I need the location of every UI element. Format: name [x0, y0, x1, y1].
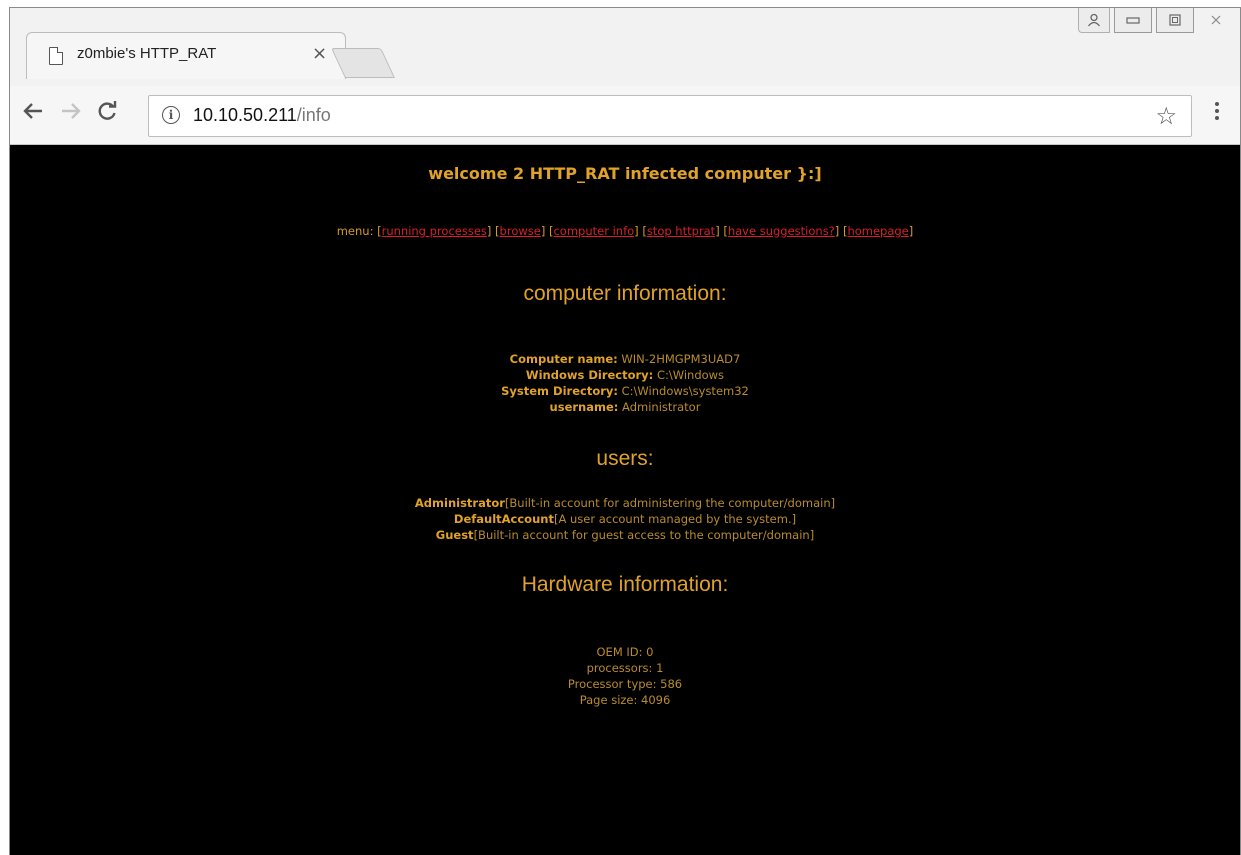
- user-row: Guest[Built-in account for guest access …: [10, 527, 1240, 543]
- info-value: Administrator: [622, 400, 701, 414]
- user-name: Guest: [435, 528, 474, 542]
- users-title: users:: [596, 447, 654, 470]
- window-controls: [1078, 8, 1234, 38]
- bookmark-star-icon[interactable]: ☆: [1155, 102, 1177, 130]
- browser-window: z0mbie's HTTP_RAT × i 10.10.50.211/info …: [9, 7, 1241, 855]
- users-list: Administrator[Built-in account for admin…: [10, 495, 1240, 543]
- menu-link-suggestions[interactable]: have suggestions?: [728, 224, 835, 238]
- info-icon[interactable]: i: [162, 106, 180, 124]
- reload-icon[interactable]: [96, 100, 118, 128]
- tab-title: z0mbie's HTTP_RAT: [77, 45, 217, 62]
- page-icon: [49, 47, 63, 65]
- profile-icon[interactable]: [1078, 8, 1110, 33]
- page-content: welcome 2 HTTP_RAT infected computer }:]…: [10, 145, 1240, 855]
- url-host: 10.10.50.211: [193, 105, 297, 125]
- menu-link-running-processes[interactable]: running processes: [382, 224, 487, 238]
- menu-label: menu:: [336, 224, 378, 238]
- info-key: username:: [549, 400, 619, 414]
- info-value: C:\Windows\system32: [621, 384, 749, 398]
- url-path: /info: [296, 105, 331, 125]
- browser-tab[interactable]: z0mbie's HTTP_RAT ×: [26, 32, 346, 79]
- close-window-icon[interactable]: [1198, 8, 1234, 32]
- menu-link-stop-httprat[interactable]: stop httprat: [647, 224, 715, 238]
- user-row: DefaultAccount[A user account managed by…: [10, 511, 1240, 527]
- info-row: username: Administrator: [10, 399, 1240, 415]
- computer-info-title: computer information:: [523, 282, 727, 305]
- browser-toolbar: i 10.10.50.211/info ☆: [10, 86, 1240, 145]
- menu-link-browse[interactable]: browse: [500, 224, 541, 238]
- hardware-row: Processor type: 586: [567, 677, 683, 691]
- minimize-icon[interactable]: [1114, 8, 1152, 33]
- menu-dots-icon[interactable]: [1214, 100, 1220, 130]
- hardware-row: Page size: 4096: [579, 693, 671, 707]
- tab-strip: z0mbie's HTTP_RAT ×: [10, 8, 1240, 86]
- info-row: System Directory: C:\Windows\system32: [10, 383, 1240, 399]
- info-value: C:\Windows: [656, 368, 725, 382]
- info-row: Computer name: WIN-2HMGPM3UAD7: [10, 351, 1240, 367]
- menu-bar: menu: [running processes] [browse] [comp…: [336, 224, 914, 238]
- user-name: Administrator: [414, 496, 505, 510]
- hardware-row: OEM ID: 0: [596, 645, 654, 659]
- user-row: Administrator[Built-in account for admin…: [10, 495, 1240, 511]
- forward-arrow-icon[interactable]: [60, 100, 82, 128]
- hardware-info-list: OEM ID: 0 processors: 1 Processor type: …: [10, 644, 1240, 708]
- url-text[interactable]: 10.10.50.211/info: [193, 105, 331, 126]
- user-desc: [A user account managed by the system.]: [553, 512, 797, 526]
- info-key: Windows Directory:: [525, 368, 654, 382]
- welcome-heading: welcome 2 HTTP_RAT infected computer }:]: [428, 164, 822, 183]
- maximize-icon[interactable]: [1156, 8, 1194, 33]
- hardware-row: processors: 1: [586, 661, 664, 675]
- user-name: DefaultAccount: [453, 512, 554, 526]
- menu-link-homepage[interactable]: homepage: [847, 224, 908, 238]
- info-row: Windows Directory: C:\Windows: [10, 367, 1240, 383]
- hardware-info-title: Hardware information:: [521, 573, 729, 596]
- computer-info-list: Computer name: WIN-2HMGPM3UAD7 Windows D…: [10, 351, 1240, 415]
- user-desc: [Built-in account for guest access to th…: [473, 528, 815, 542]
- address-bar[interactable]: i 10.10.50.211/info ☆: [148, 95, 1192, 137]
- info-key: System Directory:: [501, 384, 618, 398]
- info-key: Computer name:: [509, 352, 618, 366]
- user-desc: [Built-in account for administering the …: [504, 496, 836, 510]
- close-tab-icon[interactable]: ×: [312, 43, 327, 64]
- menu-link-computer-info[interactable]: computer info: [553, 224, 634, 238]
- back-arrow-icon[interactable]: [22, 100, 44, 128]
- info-value: WIN-2HMGPM3UAD7: [621, 352, 741, 366]
